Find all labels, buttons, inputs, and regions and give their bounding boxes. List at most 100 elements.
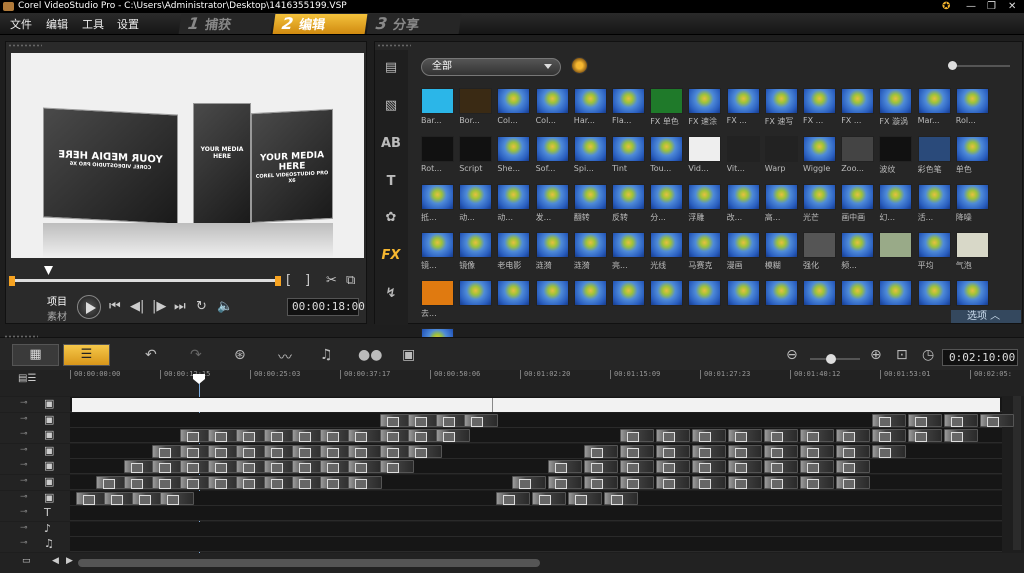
track-header[interactable]: ⊸ T — [0, 506, 70, 522]
project-duration[interactable]: 0:02:10:00 — [942, 349, 1018, 366]
filter-thumbnail[interactable] — [459, 232, 493, 258]
overlay-clip[interactable] — [584, 476, 618, 489]
timeline-track[interactable] — [70, 506, 1002, 522]
video-clip[interactable] — [72, 398, 1000, 412]
filter-thumbnail[interactable] — [955, 184, 989, 210]
panel-grip[interactable] — [8, 44, 42, 47]
track-header[interactable]: ⊸ ▣ — [0, 475, 70, 490]
overlay-clip[interactable] — [872, 444, 906, 458]
filter-thumbnail[interactable] — [726, 184, 760, 210]
filter-thumbnail[interactable] — [421, 136, 454, 162]
overlay-clip[interactable] — [944, 413, 978, 427]
filter-thumbnail[interactable] — [726, 232, 760, 258]
previous-frame-icon[interactable]: ◀| — [130, 300, 144, 314]
mark-out-icon[interactable]: ] — [305, 274, 310, 288]
filter-thumbnail[interactable] — [497, 184, 531, 210]
subtitle-editor-icon[interactable]: ▣ — [402, 347, 415, 363]
filter-thumbnail[interactable] — [841, 88, 875, 114]
scroll-right-icon[interactable]: ▶ — [66, 556, 73, 566]
filter-thumbnail[interactable] — [535, 280, 569, 306]
overlay-clip[interactable] — [800, 429, 834, 443]
overlay-clip[interactable] — [692, 429, 726, 443]
library-settings-icon[interactable] — [571, 57, 588, 74]
record-capture-icon[interactable]: ⊛ — [234, 347, 246, 363]
track-visibility-icon[interactable]: ⊸ — [20, 460, 28, 470]
enlarge-preview-icon[interactable]: ⧉ — [346, 274, 355, 288]
filter-thumbnail[interactable] — [803, 136, 836, 162]
track-header[interactable]: ⊸ ♪ — [0, 521, 70, 537]
filter-thumbnail[interactable] — [879, 184, 913, 210]
overlay-clip[interactable] — [728, 460, 762, 474]
filter-thumbnail[interactable] — [726, 280, 760, 306]
overlay-clip[interactable] — [764, 429, 798, 443]
minimize-icon[interactable]: — — [966, 0, 976, 13]
filter-thumbnail[interactable] — [917, 232, 951, 258]
track-visibility-icon[interactable]: ⊸ — [20, 507, 28, 517]
overlay-clip[interactable] — [656, 476, 690, 489]
overlay-clip[interactable] — [836, 476, 870, 489]
timeline-track[interactable] — [70, 397, 1002, 412]
repeat-icon[interactable]: ↻ — [196, 300, 207, 314]
overlay-clip[interactable] — [620, 476, 654, 489]
filter-thumbnail[interactable] — [497, 136, 531, 162]
filter-thumbnail[interactable] — [688, 136, 722, 162]
timeline-ruler[interactable]: 00:00:00:00 00:00:12:15 00:00:25:03 00:0… — [0, 370, 1024, 396]
overlay-clip[interactable] — [764, 476, 798, 489]
overlay-clip[interactable] — [620, 460, 654, 474]
track-visibility-icon[interactable]: ⊸ — [20, 523, 28, 533]
go-to-start-icon[interactable]: ⏮ — [109, 300, 121, 314]
overlay-clip[interactable] — [836, 460, 870, 474]
filter-thumbnail[interactable] — [612, 136, 645, 162]
overlay-clip[interactable] — [584, 444, 618, 458]
overlay-clip[interactable] — [160, 491, 194, 505]
filter-thumbnail[interactable] — [955, 280, 989, 306]
filter-thumbnail[interactable] — [573, 232, 607, 258]
overlay-clip[interactable] — [908, 413, 942, 427]
track-header[interactable]: ⊸ ▣ — [0, 490, 70, 506]
overlay-clip[interactable] — [944, 429, 978, 443]
filter-thumbnail[interactable] — [573, 88, 607, 114]
zoom-in-icon[interactable]: ⊕ — [870, 347, 882, 363]
overlay-clip[interactable] — [620, 444, 654, 458]
split-clip-icon[interactable]: ✂ — [326, 274, 337, 288]
text-icon[interactable]: T — [381, 174, 401, 190]
auto-music-icon[interactable]: ♫ — [320, 347, 333, 363]
menu-settings[interactable]: 设置 — [117, 16, 139, 32]
timeline-track[interactable] — [70, 537, 1002, 553]
sound-mixer-icon[interactable]: 〰 — [278, 347, 292, 367]
overlay-clip[interactable] — [656, 460, 690, 474]
filter-thumbnail[interactable] — [688, 232, 722, 258]
track-header[interactable]: ⊸ ▣ — [0, 412, 70, 428]
timeline-track[interactable] — [70, 443, 1002, 459]
filter-thumbnail[interactable] — [612, 280, 645, 306]
filter-thumbnail[interactable] — [879, 88, 913, 114]
redo-icon[interactable]: ↷ — [190, 347, 202, 363]
filter-thumbnail[interactable] — [688, 184, 722, 210]
track-manager-icon[interactable]: ▤☰ — [18, 373, 36, 384]
filter-thumbnail[interactable] — [459, 280, 493, 306]
filter-thumbnail[interactable] — [841, 136, 875, 162]
filter-thumbnail[interactable] — [917, 184, 951, 210]
menu-tools[interactable]: 工具 — [82, 16, 104, 32]
filter-thumbnail[interactable] — [841, 232, 875, 258]
track-visibility-icon[interactable]: ⊸ — [20, 476, 28, 486]
track-header[interactable]: ⊸ ▣ — [0, 397, 70, 412]
overlay-clip[interactable] — [836, 444, 870, 458]
overlay-clip[interactable] — [436, 429, 470, 443]
path-icon[interactable]: ↯ — [381, 286, 401, 302]
filter-thumbnail[interactable] — [612, 184, 645, 210]
overlay-clip[interactable] — [872, 413, 906, 427]
filter-thumbnail[interactable] — [650, 88, 684, 114]
track-header[interactable]: ⊸ ♫ — [0, 537, 70, 553]
filter-thumbnail[interactable] — [459, 88, 493, 114]
overlay-clip[interactable] — [728, 444, 762, 458]
filter-thumbnail[interactable] — [917, 280, 951, 306]
filter-thumbnail[interactable] — [497, 280, 531, 306]
filter-thumbnail[interactable] — [764, 232, 798, 258]
track-visibility-icon[interactable]: ⊸ — [20, 445, 28, 455]
filter-thumbnail[interactable] — [764, 136, 798, 162]
category-dropdown[interactable]: 全部 — [421, 58, 561, 76]
filter-thumbnail[interactable] — [803, 184, 836, 210]
fit-icon[interactable]: ▭ — [22, 556, 31, 566]
motion-track-icon[interactable]: ●● — [358, 347, 382, 363]
